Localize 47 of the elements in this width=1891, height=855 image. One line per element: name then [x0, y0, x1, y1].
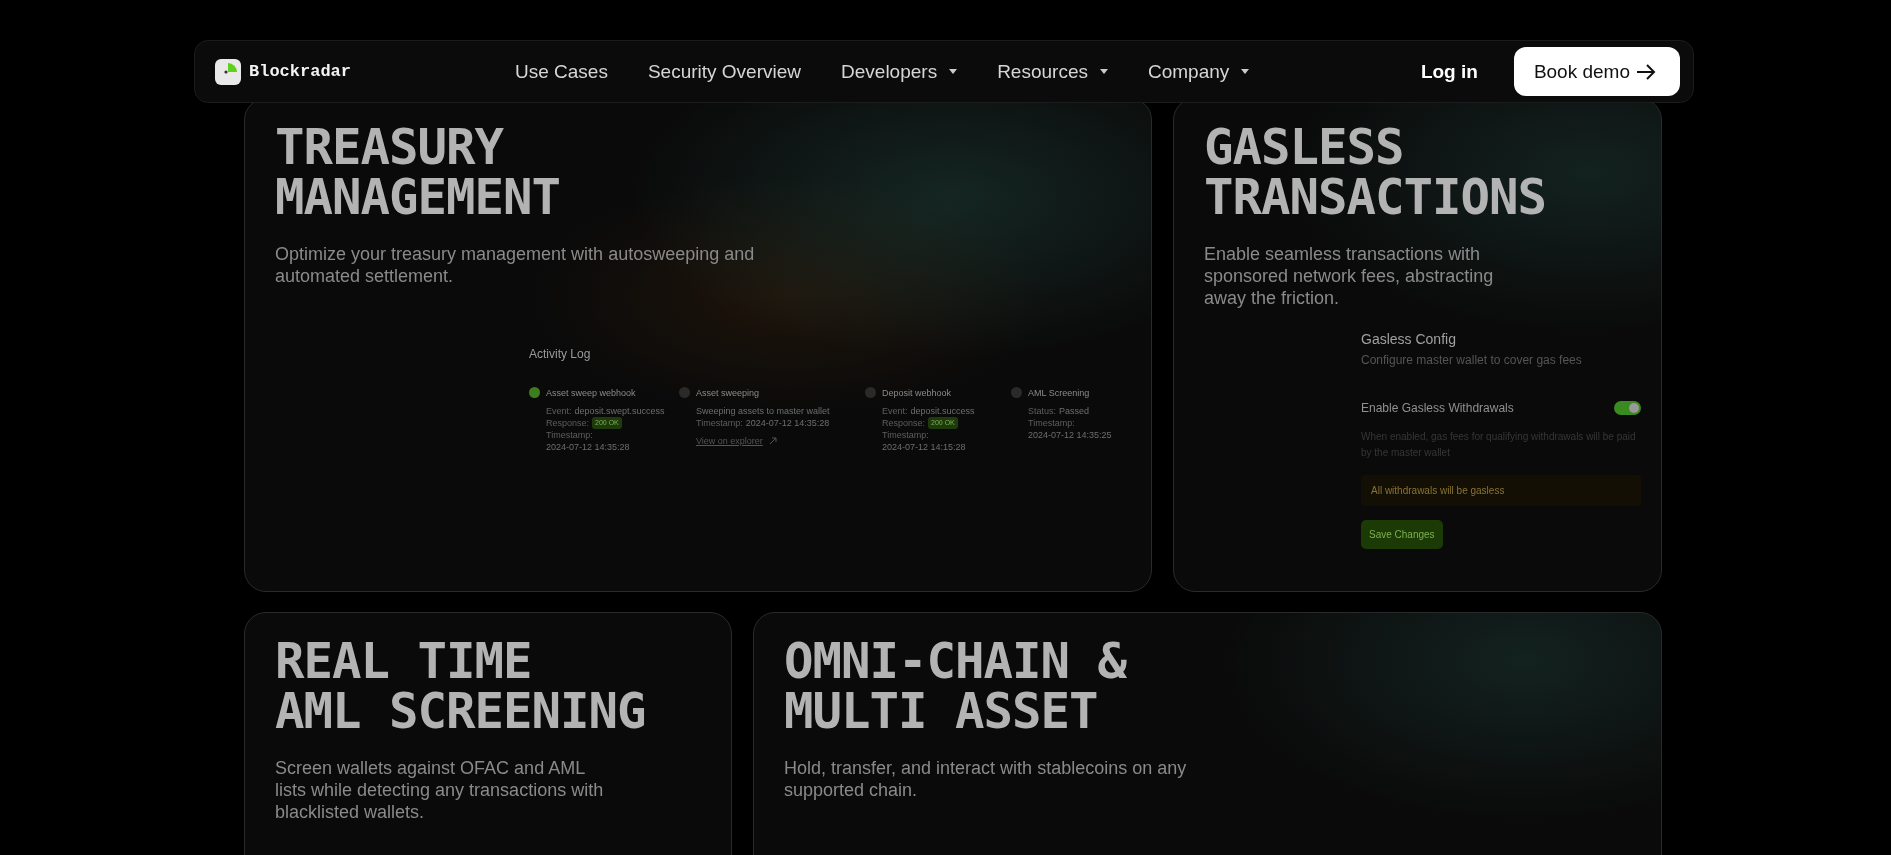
- toggle-switch[interactable]: [1614, 400, 1641, 415]
- field-label: Status:: [1028, 404, 1056, 417]
- toggle-label: Enable Gasless Withdrawals: [1361, 400, 1514, 415]
- activity-title: Asset sweep webhook: [546, 386, 637, 399]
- field-label: Timestamp:: [546, 428, 593, 441]
- nav-link[interactable]: Resources: [997, 60, 1108, 83]
- field-value: 2024-07-12 14:35:25: [1028, 428, 1112, 441]
- field-value: Passed: [1059, 404, 1090, 417]
- card-heading: REAL TIME AML SCREENING: [275, 637, 647, 737]
- book-demo-button[interactable]: Book demo: [1513, 47, 1680, 96]
- arrow-right-icon: [1636, 63, 1656, 80]
- card-description: Enable seamless transactions with sponsored network fees, abstracting away the friction.: [1204, 242, 1495, 309]
- card-description: Optimize your treasury management with autosweeping and automated settlement.: [275, 242, 755, 287]
- activity-title: Deposit webhook: [882, 386, 953, 399]
- external-link-icon: [768, 436, 777, 445]
- field-label: Response:: [546, 416, 590, 429]
- field-value: Sweeping assets to master wallet: [696, 404, 830, 417]
- nav-link[interactable]: Company: [1147, 60, 1250, 83]
- logo-icon[interactable]: [215, 58, 241, 85]
- field-value: 2024-07-12 14:35:28: [546, 440, 630, 453]
- field-value: 2024-07-12 14:35:28: [745, 416, 830, 429]
- field-label: Timestamp:: [696, 416, 743, 429]
- card-heading: OMNI-CHAIN & MULTI ASSET: [784, 637, 1128, 737]
- card-description: Screen wallets against OFAC and AML lists while detecting any transactions with blacklisted wallets.: [275, 756, 605, 823]
- activity-title: AML Screening: [1028, 386, 1091, 399]
- field-label: Event:: [546, 404, 572, 417]
- nav-link[interactable]: Security Overview: [647, 60, 802, 83]
- activity-title: Asset sweeping: [696, 386, 761, 399]
- panel-title: Activity Log: [529, 346, 592, 361]
- panel-title: Gasless Config: [1361, 330, 1457, 347]
- field-label: Response:: [882, 416, 926, 429]
- field-label: Timestamp:: [1028, 416, 1075, 429]
- notice-banner: All withdrawals will be gasless: [1361, 474, 1641, 506]
- field-label: Timestamp:: [882, 428, 929, 441]
- brand-name[interactable]: Blockradar: [249, 62, 352, 81]
- save-button[interactable]: Save Changes: [1361, 519, 1443, 549]
- card-heading: TREASURY MANAGEMENT: [275, 123, 561, 223]
- field-value: 2024-07-12 14:15:28: [882, 440, 966, 453]
- nav-link[interactable]: Developers: [841, 60, 958, 83]
- card-description: Hold, transfer, and interact with stablecoins on any supported chain.: [784, 756, 1188, 801]
- panel-subtitle: Configure master wallet to cover gas fees: [1361, 352, 1583, 367]
- field-label: Event:: [882, 404, 908, 417]
- field-value: deposit.swept.success: [574, 404, 665, 417]
- login-link[interactable]: Log in: [1420, 60, 1478, 83]
- field-value: deposit.success: [910, 404, 975, 417]
- card-heading: GASLESS TRANSACTIONS: [1204, 123, 1547, 223]
- nav-link[interactable]: Use Cases: [515, 60, 608, 83]
